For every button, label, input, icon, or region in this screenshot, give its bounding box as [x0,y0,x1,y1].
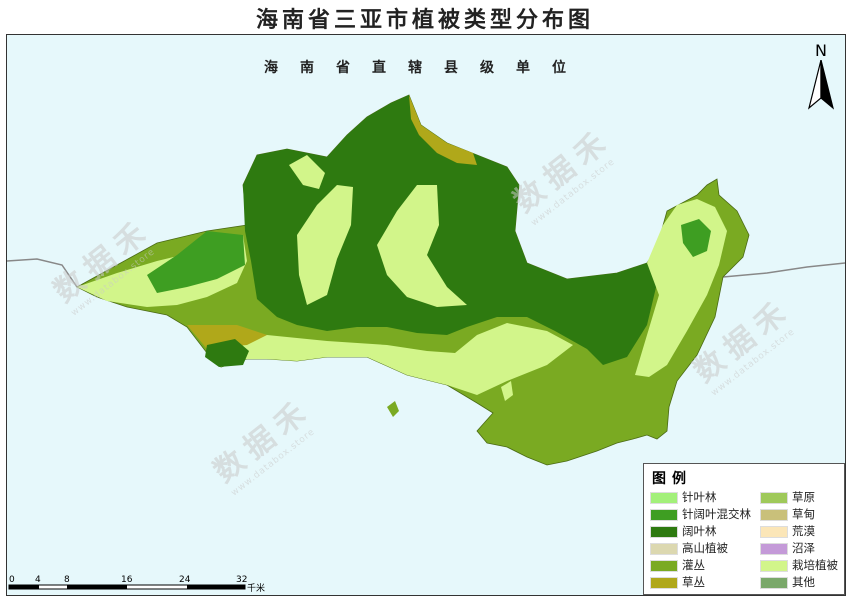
coastline-east [722,262,845,278]
north-arrow-icon [807,59,835,110]
scale-tick: 0 [9,575,15,585]
scale-tick: 32 [236,575,247,585]
legend-item: 草原 [760,490,815,504]
scale-tick: 4 [35,575,41,585]
island-1 [387,401,399,417]
legend-swatch [760,576,788,589]
legend-item: 草甸 [760,507,815,521]
legend-swatch [650,491,678,504]
legend-item: 沼泽 [760,541,815,555]
legend-item: 荒漠 [760,524,815,538]
legend: 图例 针叶林 草原 针阔叶混交林 草甸 阔叶林 荒漠 高山植被 沼泽 灌丛 栽培… [643,463,845,595]
legend-item: 阔叶林 [650,524,717,538]
legend-swatch [650,525,678,538]
legend-swatch [650,576,678,589]
scale-unit: 千米 [247,582,265,594]
scale-tick: 16 [121,575,133,585]
map-title: 海南省三亚市植被类型分布图 [255,8,594,33]
legend-swatch [650,542,678,555]
legend-swatch [650,508,678,521]
legend-swatch [650,559,678,572]
legend-item: 针叶林 [650,490,717,504]
legend-item: 其他 [760,575,815,589]
map-frame: 海南省直辖县级单位 N 数据禾 www.databox.store 数据禾 www.… [6,34,846,596]
scale-bar: 0 4 8 16 24 32 千米 [8,575,265,594]
legend-item: 高山植被 [650,541,728,555]
legend-swatch [760,559,788,572]
legend-swatch [760,508,788,521]
legend-swatch [760,525,788,538]
scale-tick: 24 [179,575,191,585]
north-label: N [815,41,827,60]
legend-swatch [760,491,788,504]
north-arrow: N [807,41,835,114]
legend-swatch [760,542,788,555]
legend-item: 针阔叶混交林 [650,507,751,521]
legend-item: 栽培植被 [760,558,838,572]
scale-tick: 8 [64,575,70,585]
legend-item: 灌丛 [650,558,705,572]
legend-title: 图例 [652,471,692,487]
region-label: 海南省直辖县级单位 [264,60,588,76]
legend-item: 草丛 [650,575,705,589]
